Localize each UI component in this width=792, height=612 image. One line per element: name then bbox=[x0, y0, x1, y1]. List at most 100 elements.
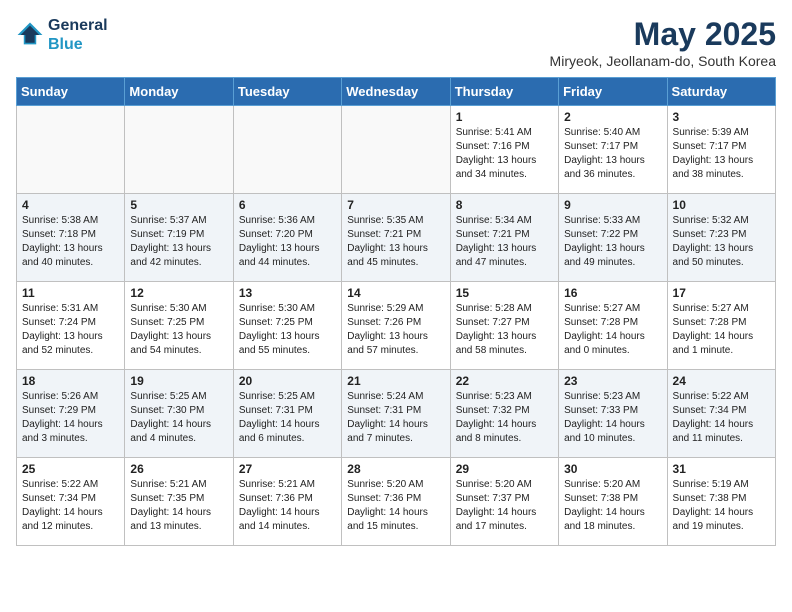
day-cell: 22Sunrise: 5:23 AM Sunset: 7:32 PM Dayli… bbox=[450, 370, 558, 458]
day-number: 26 bbox=[130, 462, 227, 476]
day-number: 8 bbox=[456, 198, 553, 212]
day-cell: 8 Sunrise: 5:34 AM Sunset: 7:21 PM Daylig… bbox=[450, 194, 558, 282]
day-info: Sunrise: 5:20 AM Sunset: 7:38 PM Dayligh… bbox=[564, 478, 661, 534]
day-info: Sunrise: 5:38 AM Sunset: 7:18 PM Dayligh… bbox=[22, 214, 119, 270]
day-info: Sunrise: 5:34 AM Sunset: 7:21 PM Dayligh… bbox=[456, 214, 553, 270]
day-number: 5 bbox=[130, 198, 227, 212]
day-info: Sunrise: 5:27 AM Sunset: 7:28 PM Dayligh… bbox=[564, 302, 661, 358]
day-cell: 15Sunrise: 5:28 AM Sunset: 7:27 PM Dayli… bbox=[450, 282, 558, 370]
day-cell: 3Sunrise: 5:39 AM Sunset: 7:17 PM Daylig… bbox=[667, 106, 775, 194]
header-saturday: Saturday bbox=[667, 78, 775, 106]
day-cell: 12 Sunrise: 5:30 AM Sunset: 7:25 PM Dayli… bbox=[125, 282, 233, 370]
day-cell: 1 Sunrise: 5:41 AM Sunset: 7:16 PM Daylig… bbox=[450, 106, 558, 194]
day-number: 9 bbox=[564, 198, 661, 212]
day-number: 16 bbox=[564, 286, 661, 300]
day-cell: 26 Sunrise: 5:21 AM Sunset: 7:35 PM Dayli… bbox=[125, 458, 233, 546]
day-info: Sunrise: 5:41 AM Sunset: 7:16 PM Dayligh… bbox=[456, 126, 553, 182]
day-cell: 27 Sunrise: 5:21 AM Sunset: 7:36 PM Dayli… bbox=[233, 458, 341, 546]
day-cell bbox=[17, 106, 125, 194]
day-number: 19 bbox=[130, 374, 227, 388]
day-cell: 6Sunrise: 5:36 AM Sunset: 7:20 PM Daylig… bbox=[233, 194, 341, 282]
day-number: 31 bbox=[673, 462, 770, 476]
day-cell: 18 Sunrise: 5:26 AM Sunset: 7:29 PM Dayli… bbox=[17, 370, 125, 458]
day-info: Sunrise: 5:33 AM Sunset: 7:22 PM Dayligh… bbox=[564, 214, 661, 270]
day-number: 17 bbox=[673, 286, 770, 300]
day-cell: 13 Sunrise: 5:30 AM Sunset: 7:25 PM Dayli… bbox=[233, 282, 341, 370]
day-info: Sunrise: 5:21 AM Sunset: 7:35 PM Dayligh… bbox=[130, 478, 227, 534]
header-friday: Friday bbox=[559, 78, 667, 106]
logo-line1: General bbox=[48, 16, 108, 35]
day-info: Sunrise: 5:25 AM Sunset: 7:31 PM Dayligh… bbox=[239, 390, 336, 446]
day-number: 28 bbox=[347, 462, 444, 476]
day-number: 12 bbox=[130, 286, 227, 300]
day-cell: 21Sunrise: 5:24 AM Sunset: 7:31 PM Dayli… bbox=[342, 370, 450, 458]
day-number: 2 bbox=[564, 110, 661, 124]
day-number: 30 bbox=[564, 462, 661, 476]
day-info: Sunrise: 5:27 AM Sunset: 7:28 PM Dayligh… bbox=[673, 302, 770, 358]
day-info: Sunrise: 5:26 AM Sunset: 7:29 PM Dayligh… bbox=[22, 390, 119, 446]
day-number: 18 bbox=[22, 374, 119, 388]
day-number: 14 bbox=[347, 286, 444, 300]
logo-icon bbox=[16, 21, 44, 49]
day-info: Sunrise: 5:37 AM Sunset: 7:19 PM Dayligh… bbox=[130, 214, 227, 270]
day-cell bbox=[125, 106, 233, 194]
header-row: SundayMondayTuesdayWednesdayThursdayFrid… bbox=[17, 78, 776, 106]
day-cell: 9 Sunrise: 5:33 AM Sunset: 7:22 PM Daylig… bbox=[559, 194, 667, 282]
day-info: Sunrise: 5:35 AM Sunset: 7:21 PM Dayligh… bbox=[347, 214, 444, 270]
day-info: Sunrise: 5:22 AM Sunset: 7:34 PM Dayligh… bbox=[22, 478, 119, 534]
day-info: Sunrise: 5:23 AM Sunset: 7:33 PM Dayligh… bbox=[564, 390, 661, 446]
day-cell: 31 Sunrise: 5:19 AM Sunset: 7:38 PM Dayli… bbox=[667, 458, 775, 546]
day-info: Sunrise: 5:30 AM Sunset: 7:25 PM Dayligh… bbox=[239, 302, 336, 358]
header-monday: Monday bbox=[125, 78, 233, 106]
day-number: 24 bbox=[673, 374, 770, 388]
day-info: Sunrise: 5:21 AM Sunset: 7:36 PM Dayligh… bbox=[239, 478, 336, 534]
day-info: Sunrise: 5:24 AM Sunset: 7:31 PM Dayligh… bbox=[347, 390, 444, 446]
day-cell: 5 Sunrise: 5:37 AM Sunset: 7:19 PM Daylig… bbox=[125, 194, 233, 282]
day-cell: 28 Sunrise: 5:20 AM Sunset: 7:36 PM Dayli… bbox=[342, 458, 450, 546]
day-cell: 7Sunrise: 5:35 AM Sunset: 7:21 PM Daylig… bbox=[342, 194, 450, 282]
page-header: General Blue May 2025 Miryeok, Jeollanam… bbox=[16, 16, 776, 69]
week-row-3: 11Sunrise: 5:31 AM Sunset: 7:24 PM Dayli… bbox=[17, 282, 776, 370]
header-sunday: Sunday bbox=[17, 78, 125, 106]
day-info: Sunrise: 5:20 AM Sunset: 7:37 PM Dayligh… bbox=[456, 478, 553, 534]
logo-line2: Blue bbox=[48, 35, 108, 54]
day-info: Sunrise: 5:31 AM Sunset: 7:24 PM Dayligh… bbox=[22, 302, 119, 358]
day-cell: 19Sunrise: 5:25 AM Sunset: 7:30 PM Dayli… bbox=[125, 370, 233, 458]
day-number: 29 bbox=[456, 462, 553, 476]
day-info: Sunrise: 5:19 AM Sunset: 7:38 PM Dayligh… bbox=[673, 478, 770, 534]
header-wednesday: Wednesday bbox=[342, 78, 450, 106]
day-number: 4 bbox=[22, 198, 119, 212]
day-number: 10 bbox=[673, 198, 770, 212]
day-cell: 4 Sunrise: 5:38 AM Sunset: 7:18 PM Daylig… bbox=[17, 194, 125, 282]
day-cell: 2 Sunrise: 5:40 AM Sunset: 7:17 PM Daylig… bbox=[559, 106, 667, 194]
logo: General Blue bbox=[16, 16, 108, 54]
day-cell: 16 Sunrise: 5:27 AM Sunset: 7:28 PM Dayli… bbox=[559, 282, 667, 370]
day-info: Sunrise: 5:23 AM Sunset: 7:32 PM Dayligh… bbox=[456, 390, 553, 446]
day-info: Sunrise: 5:28 AM Sunset: 7:27 PM Dayligh… bbox=[456, 302, 553, 358]
day-number: 13 bbox=[239, 286, 336, 300]
day-info: Sunrise: 5:36 AM Sunset: 7:20 PM Dayligh… bbox=[239, 214, 336, 270]
day-number: 20 bbox=[239, 374, 336, 388]
day-info: Sunrise: 5:29 AM Sunset: 7:26 PM Dayligh… bbox=[347, 302, 444, 358]
week-row-5: 25Sunrise: 5:22 AM Sunset: 7:34 PM Dayli… bbox=[17, 458, 776, 546]
day-info: Sunrise: 5:39 AM Sunset: 7:17 PM Dayligh… bbox=[673, 126, 770, 182]
day-number: 27 bbox=[239, 462, 336, 476]
day-cell: 29 Sunrise: 5:20 AM Sunset: 7:37 PM Dayli… bbox=[450, 458, 558, 546]
day-info: Sunrise: 5:22 AM Sunset: 7:34 PM Dayligh… bbox=[673, 390, 770, 446]
day-cell: 17 Sunrise: 5:27 AM Sunset: 7:28 PM Dayli… bbox=[667, 282, 775, 370]
day-number: 1 bbox=[456, 110, 553, 124]
month-title: May 2025 bbox=[550, 16, 776, 53]
header-thursday: Thursday bbox=[450, 78, 558, 106]
day-cell: 14 Sunrise: 5:29 AM Sunset: 7:26 PM Dayli… bbox=[342, 282, 450, 370]
day-cell: 20 Sunrise: 5:25 AM Sunset: 7:31 PM Dayli… bbox=[233, 370, 341, 458]
day-cell: 11Sunrise: 5:31 AM Sunset: 7:24 PM Dayli… bbox=[17, 282, 125, 370]
week-row-4: 18 Sunrise: 5:26 AM Sunset: 7:29 PM Dayli… bbox=[17, 370, 776, 458]
day-cell bbox=[233, 106, 341, 194]
day-info: Sunrise: 5:20 AM Sunset: 7:36 PM Dayligh… bbox=[347, 478, 444, 534]
location: Miryeok, Jeollanam-do, South Korea bbox=[550, 53, 776, 69]
week-row-2: 4 Sunrise: 5:38 AM Sunset: 7:18 PM Daylig… bbox=[17, 194, 776, 282]
day-info: Sunrise: 5:40 AM Sunset: 7:17 PM Dayligh… bbox=[564, 126, 661, 182]
title-block: May 2025 Miryeok, Jeollanam-do, South Ko… bbox=[550, 16, 776, 69]
day-cell: 10Sunrise: 5:32 AM Sunset: 7:23 PM Dayli… bbox=[667, 194, 775, 282]
day-info: Sunrise: 5:30 AM Sunset: 7:25 PM Dayligh… bbox=[130, 302, 227, 358]
